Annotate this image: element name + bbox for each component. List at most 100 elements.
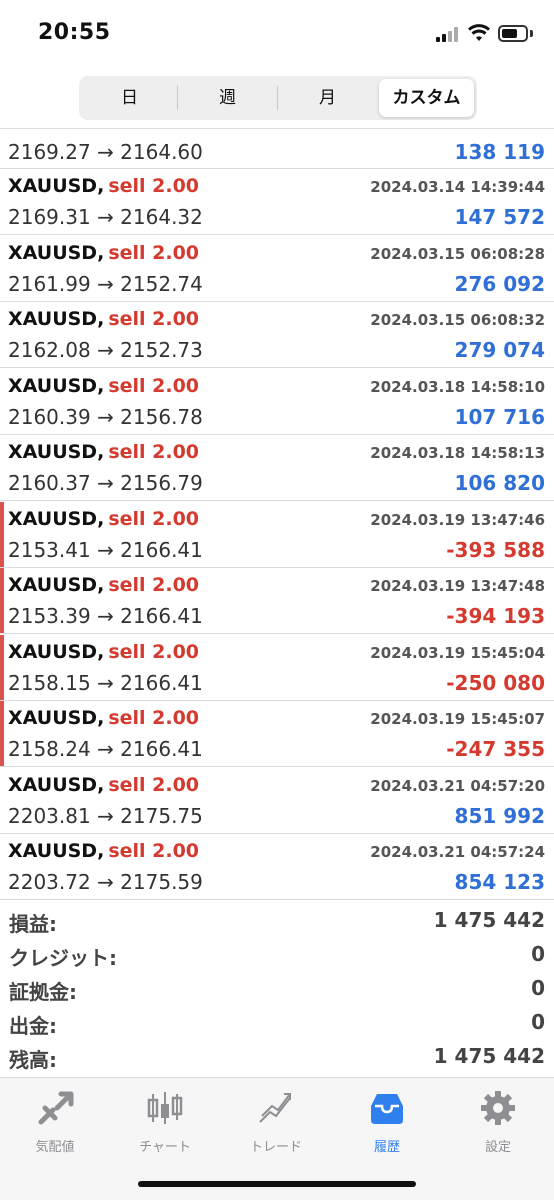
- tab-chart[interactable]: チャート: [110, 1086, 220, 1156]
- trade-time: 2024.03.14 14:39:44: [370, 178, 545, 196]
- trade-history-list: 2169.27 → 2164.60 138 119 XAUUSD, sell 2.…: [0, 128, 554, 900]
- trade-prices: 2160.37 → 2156.79: [8, 471, 203, 495]
- trade-time: 2024.03.21 04:57:20: [370, 776, 545, 795]
- trade-symbol-name: XAUUSD,: [8, 308, 105, 330]
- wifi-icon: [468, 24, 490, 41]
- segment-custom[interactable]: カスタム: [379, 79, 474, 117]
- trade-row[interactable]: XAUUSD, sell 2.00 2024.03.19 15:45:07 2158.…: [0, 701, 554, 767]
- trade-prices: 2160.39 → 2156.78: [8, 404, 203, 429]
- trade-row[interactable]: XAUUSD, sell 2.00 2024.03.18 14:58:10 2160.…: [0, 369, 554, 435]
- trade-profit: 138 119: [454, 140, 545, 164]
- trade-profit: 851 992: [454, 803, 545, 828]
- status-bar: 20:55: [0, 0, 554, 70]
- tab-quotes[interactable]: 気配値: [0, 1086, 110, 1156]
- tab-chart-label: チャート: [139, 1140, 191, 1155]
- trade-symbol: XAUUSD, sell 2.00: [8, 242, 199, 264]
- status-time: 20:55: [38, 20, 111, 45]
- tab-trade[interactable]: トレード: [221, 1086, 331, 1156]
- trade-symbol: XAUUSD, sell 2.00: [8, 840, 199, 862]
- trade-profit: -247 355: [446, 737, 545, 761]
- segment-week[interactable]: 週: [179, 79, 276, 117]
- tab-trade-label: トレード: [249, 1140, 302, 1155]
- trade-time: 2024.03.19 15:45:04: [370, 643, 545, 662]
- trade-symbol-name: XAUUSD,: [8, 640, 105, 663]
- trade-symbol: XAUUSD, sell 2.00: [8, 375, 199, 397]
- tab-history[interactable]: 履歴: [332, 1086, 442, 1156]
- trade-symbol: XAUUSD, sell 2.00: [8, 774, 199, 796]
- trade-side: sell 2.00: [108, 507, 200, 530]
- tab-settings-label: 設定: [484, 1140, 511, 1155]
- trade-icon: [259, 1093, 291, 1123]
- trade-symbol: XAUUSD, sell 2.00: [8, 508, 199, 530]
- trade-prices: 2169.27 → 2164.60: [8, 140, 203, 164]
- trade-side: sell 2.00: [108, 175, 200, 197]
- trade-side: sell 2.00: [108, 640, 200, 663]
- trade-profit: 279 074: [454, 338, 545, 362]
- summary-withdrawal-label: 出金:: [9, 1014, 57, 1038]
- trade-symbol-name: XAUUSD,: [8, 441, 105, 463]
- trade-side: sell 2.00: [108, 308, 200, 330]
- trade-profit: -394 193: [446, 604, 545, 628]
- battery-icon: [498, 25, 528, 42]
- trade-row[interactable]: XAUUSD, sell 2.00 2024.03.21 04:57:20 2203.…: [0, 768, 554, 834]
- trade-symbol-name: XAUUSD,: [8, 773, 105, 796]
- trade-profit: -393 588: [446, 537, 545, 562]
- trade-prices: 2158.15 → 2166.41: [8, 670, 203, 695]
- trade-time: 2024.03.19 15:45:07: [370, 710, 545, 728]
- trade-row[interactable]: XAUUSD, sell 2.00 2024.03.15 06:08:28 2161.…: [0, 236, 554, 302]
- trade-prices: 2162.08 → 2152.73: [8, 338, 203, 362]
- trade-profit: 107 716: [454, 404, 545, 429]
- trade-symbol: XAUUSD, sell 2.00: [8, 641, 199, 663]
- trade-symbol-name: XAUUSD,: [8, 241, 105, 264]
- trade-prices: 2203.81 → 2175.75: [8, 803, 203, 828]
- tab-quotes-label: 気配値: [35, 1140, 75, 1155]
- trade-side: sell 2.00: [108, 707, 200, 729]
- trade-row[interactable]: XAUUSD, sell 2.00 2024.03.21 04:57:24 2203.…: [0, 834, 554, 900]
- trade-prices: 2158.24 → 2166.41: [8, 737, 203, 761]
- trade-side: sell 2.00: [108, 441, 200, 463]
- trade-row[interactable]: XAUUSD, sell 2.00 2024.03.19 13:47:48 2153.…: [0, 568, 554, 634]
- trade-prices: 2203.72 → 2175.59: [8, 870, 203, 894]
- trade-row[interactable]: XAUUSD, sell 2.00 2024.03.14 14:39:44 2169.…: [0, 169, 554, 235]
- trade-row[interactable]: XAUUSD, sell 2.00 2024.03.19 13:47:46 2153.…: [0, 501, 554, 568]
- trade-side: sell 2.00: [108, 773, 200, 796]
- trade-row[interactable]: XAUUSD, sell 2.00 2024.03.19 15:45:04 2158.…: [0, 634, 554, 701]
- summary-balance-value: 1 475 442: [433, 1044, 545, 1068]
- trade-time: 2024.03.15 06:08:28: [370, 244, 545, 263]
- segment-month[interactable]: 月: [279, 79, 376, 117]
- tab-settings[interactable]: 設定: [443, 1086, 553, 1156]
- summary-balance-row: 残高: 1 475 442: [0, 1042, 554, 1074]
- trade-symbol: XAUUSD, sell 2.00: [8, 441, 199, 463]
- trade-symbol-name: XAUUSD,: [8, 374, 105, 397]
- trade-symbol-name: XAUUSD,: [8, 507, 105, 530]
- trade-row[interactable]: XAUUSD, sell 2.00 2024.03.15 06:08:32 2162.…: [0, 302, 554, 368]
- trade-symbol-name: XAUUSD,: [8, 840, 105, 862]
- trade-time: 2024.03.18 14:58:13: [370, 444, 545, 462]
- summary-deposit-label: 証拠金:: [9, 980, 77, 1004]
- trade-prices: 2153.39 → 2166.41: [8, 604, 203, 628]
- trade-prices: 2169.31 → 2164.32: [8, 205, 203, 229]
- summary-profit-row: 損益: 1 475 442: [0, 906, 554, 938]
- trade-symbol: XAUUSD, sell 2.00: [8, 707, 199, 729]
- trade-side: sell 2.00: [108, 840, 200, 862]
- summary-withdrawal-value: 0: [531, 1010, 545, 1034]
- trade-side: sell 2.00: [108, 374, 200, 397]
- segment-day[interactable]: 日: [82, 79, 177, 117]
- trade-symbol: XAUUSD, sell 2.00: [8, 175, 199, 197]
- trade-side: sell 2.00: [108, 574, 200, 596]
- cellular-signal-icon: [436, 26, 460, 42]
- trade-profit: 276 092: [454, 271, 545, 296]
- trade-row-partial[interactable]: 2169.27 → 2164.60 138 119: [0, 129, 554, 169]
- trade-time: 2024.03.19 13:47:46: [370, 510, 545, 529]
- summary-credit-value: 0: [531, 942, 545, 966]
- trade-prices: 2153.41 → 2166.41: [8, 537, 203, 562]
- quotes-icon: [38, 1091, 74, 1125]
- trade-time: 2024.03.19 13:47:48: [370, 577, 545, 595]
- trade-row[interactable]: XAUUSD, sell 2.00 2024.03.18 14:58:13 2160.…: [0, 435, 554, 501]
- trade-profit: 147 572: [454, 205, 545, 229]
- trade-time: 2024.03.18 14:58:10: [370, 377, 545, 396]
- summary-credit-label: クレジット:: [9, 946, 117, 970]
- trade-side: sell 2.00: [108, 241, 200, 264]
- summary-deposit-row: 証拠金: 0: [0, 974, 554, 1006]
- trade-profit: 106 820: [454, 471, 545, 495]
